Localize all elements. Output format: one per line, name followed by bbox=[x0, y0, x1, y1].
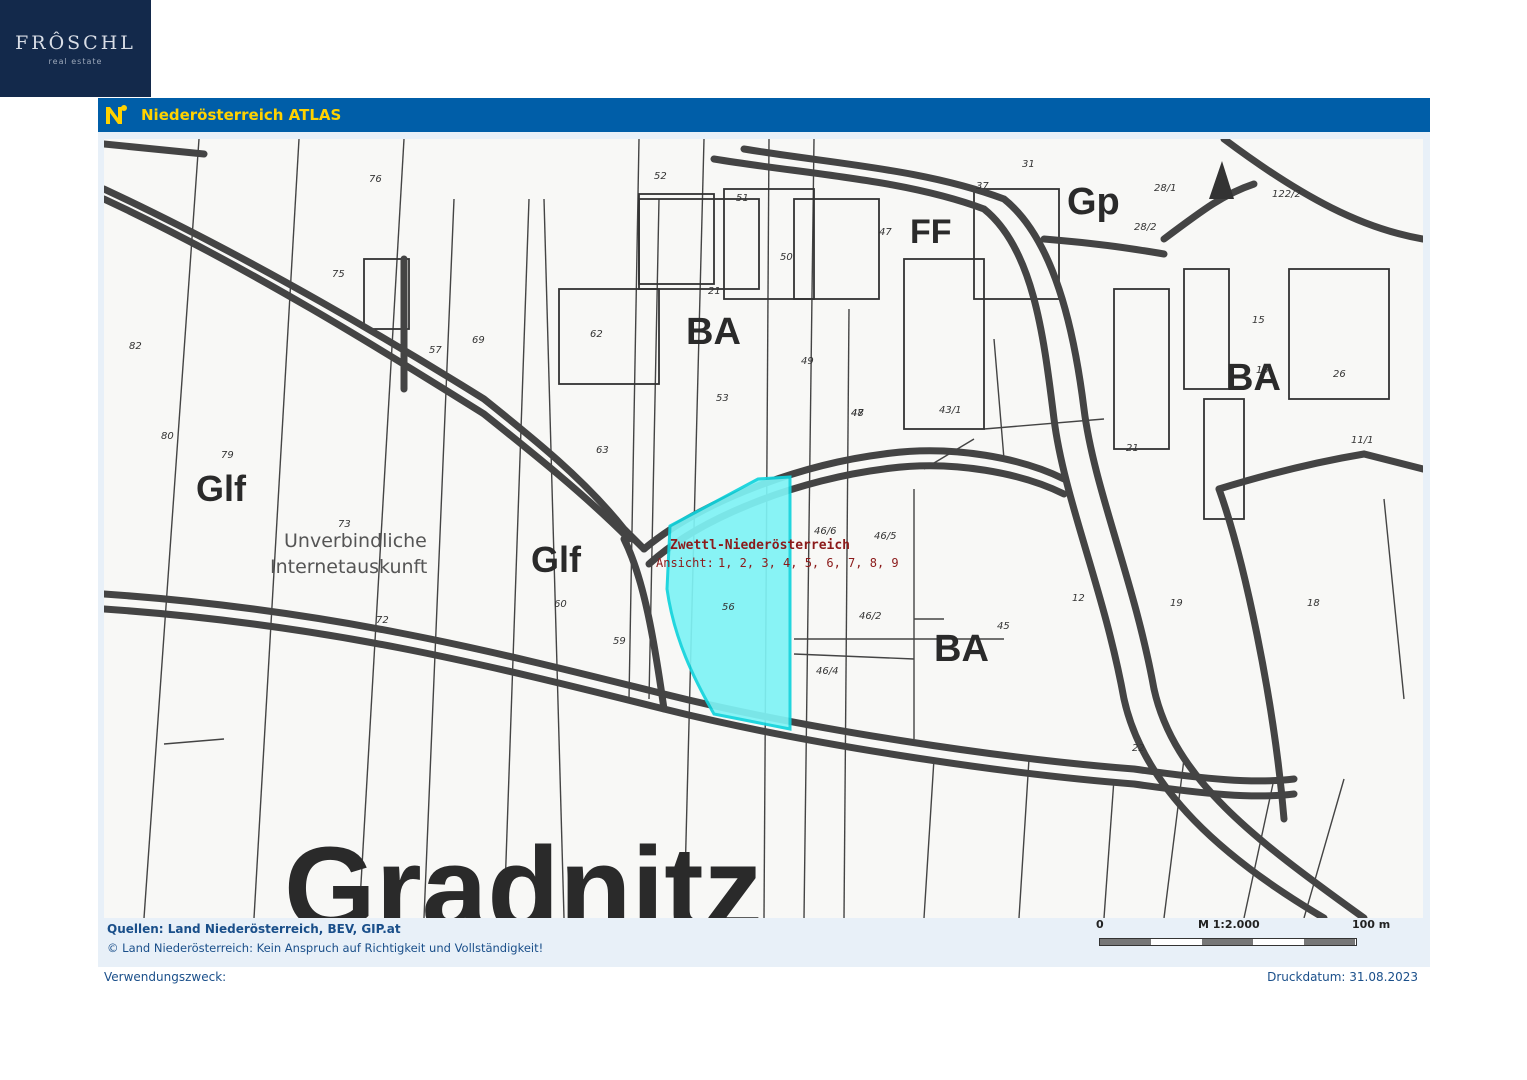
parcel-number: 46/6 bbox=[814, 526, 836, 537]
sources-text: Quellen: Land Niederösterreich, BEV, GIP… bbox=[107, 922, 401, 936]
map-canvas: Glf Glf BA BA BA FF Gp Gradnitz Unverbin… bbox=[104, 139, 1423, 918]
scale-segment bbox=[1304, 939, 1355, 945]
scale-segment bbox=[1100, 939, 1151, 945]
village-label: Gradnitz bbox=[284, 823, 763, 918]
parcel-number: 47 bbox=[879, 227, 892, 238]
parcel-number: 50 bbox=[780, 252, 793, 263]
parcel-number: 45 bbox=[997, 621, 1010, 632]
parcel-number: 15 bbox=[1256, 365, 1269, 376]
parcel-number: 52 bbox=[654, 171, 667, 182]
cadastral-map[interactable]: Glf Glf BA BA BA FF Gp Gradnitz Unverbin… bbox=[104, 139, 1423, 918]
parcel-number: 18 bbox=[1307, 598, 1320, 609]
parcel-number: 69 bbox=[472, 335, 485, 346]
parcel-number: 26 bbox=[1333, 369, 1346, 380]
zone-label: Glf bbox=[531, 539, 582, 580]
parcel-number: 15 bbox=[1252, 315, 1265, 326]
parcel-number: 12 bbox=[1072, 593, 1085, 604]
atlas-titlebar: Niederösterreich ATLAS bbox=[98, 98, 1430, 132]
watermark-line: Unverbindliche bbox=[284, 530, 427, 552]
company-logo: FRÔSCHL real estate bbox=[0, 0, 151, 97]
popup-views-label: Ansicht: bbox=[656, 556, 714, 570]
zone-label: Gp bbox=[1067, 181, 1120, 223]
scale-segment bbox=[1202, 939, 1253, 945]
parcel-number: 80 bbox=[161, 431, 174, 442]
parcel-number: 37 bbox=[976, 181, 989, 192]
parcel-number: 11/1 bbox=[1351, 435, 1373, 446]
disclaimer-text: © Land Niederösterreich: Kein Anspruch a… bbox=[107, 941, 544, 955]
parcel-number: 22 bbox=[1132, 743, 1145, 754]
parcel-number: 75 bbox=[332, 269, 345, 280]
zone-label: BA bbox=[934, 628, 989, 670]
parcel-number: 46/2 bbox=[859, 611, 881, 622]
parcel-number: 63 bbox=[596, 445, 609, 456]
parcel-number: 28/1 bbox=[1154, 183, 1176, 194]
popup-title: Zwettl-Niederösterreich bbox=[670, 538, 850, 553]
zone-label: Glf bbox=[196, 468, 247, 509]
parcel-number: 47 bbox=[851, 408, 864, 419]
watermark: Unverbindliche Internetauskunft bbox=[270, 530, 427, 578]
triangle-marker bbox=[1209, 161, 1234, 199]
print-date: Druckdatum: 31.08.2023 bbox=[1267, 970, 1418, 984]
purpose-label: Verwendungszweck: bbox=[104, 970, 227, 984]
watermark-line: Internetauskunft bbox=[270, 556, 427, 578]
parcel-number: 31 bbox=[1022, 159, 1035, 170]
parcel-number: 73 bbox=[338, 519, 351, 530]
parcel-number: 79 bbox=[221, 450, 234, 461]
zone-label: FF bbox=[910, 213, 952, 251]
parcel-number: 76 bbox=[369, 174, 382, 185]
brand-subtitle: real estate bbox=[48, 57, 103, 66]
zone-label: BA bbox=[1226, 357, 1281, 399]
noe-logo-icon bbox=[106, 105, 127, 124]
scale-ratio-label: M 1:2.000 bbox=[1198, 918, 1260, 931]
parcel-number: 43/1 bbox=[939, 405, 961, 416]
parcel-number: 62 bbox=[590, 329, 603, 340]
parcel-number: 46/4 bbox=[816, 666, 838, 677]
parcel-number: 21 bbox=[1126, 443, 1139, 454]
parcel-number: 19 bbox=[1170, 598, 1183, 609]
scale-bar bbox=[1099, 938, 1357, 946]
brand-name: FRÔSCHL bbox=[15, 32, 136, 54]
parcel-number: 122/2 bbox=[1272, 189, 1301, 200]
parcel-number: 28/2 bbox=[1134, 222, 1156, 233]
parcel-number: 59 bbox=[613, 636, 626, 647]
parcel-number: 57 bbox=[429, 345, 442, 356]
parcel-number: 49 bbox=[801, 356, 814, 367]
parcel-number: 21 bbox=[708, 286, 721, 297]
parcel-number: 82 bbox=[129, 341, 142, 352]
zone-label: BA bbox=[686, 311, 741, 353]
scale-end-label: 100 m bbox=[1352, 918, 1391, 931]
parcel-number: 51 bbox=[736, 193, 749, 204]
parcel-number: 46/5 bbox=[874, 531, 896, 542]
parcel-number: 60 bbox=[554, 599, 567, 610]
scale-start-label: 0 bbox=[1096, 918, 1104, 931]
parcel-number: 56 bbox=[722, 602, 735, 613]
atlas-title: Niederösterreich ATLAS bbox=[141, 106, 342, 124]
parcel-number: 72 bbox=[376, 615, 389, 626]
popup-views[interactable]: 1, 2, 3, 4, 5, 6, 7, 8, 9 bbox=[718, 556, 899, 570]
parcel-number: 53 bbox=[716, 393, 729, 404]
